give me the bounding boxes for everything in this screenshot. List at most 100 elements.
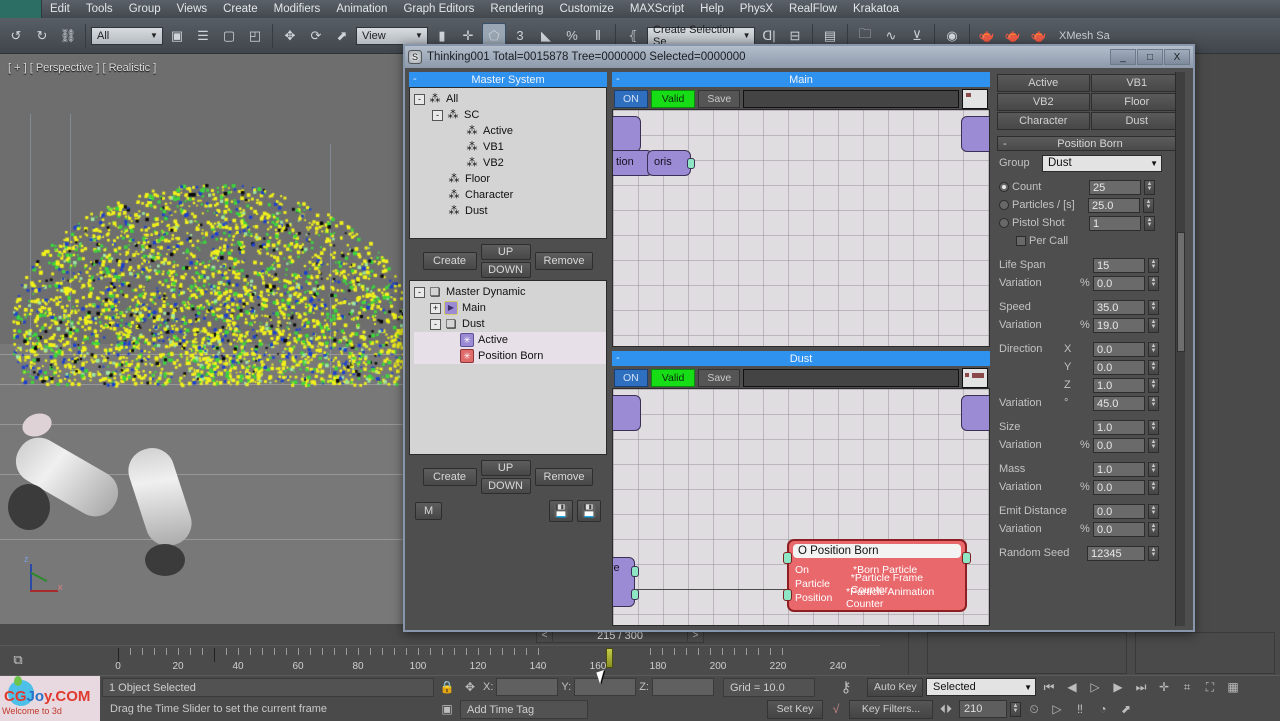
maximize-button[interactable]: □: [1137, 49, 1163, 65]
param-value[interactable]: 12345: [1087, 545, 1145, 561]
count-spinner[interactable]: ▲ ▼: [1144, 179, 1155, 195]
param-value[interactable]: 1.0: [1093, 461, 1145, 477]
dust-graph-canvas[interactable]: ve icle O Position Born: [612, 388, 990, 626]
menu-item-physx[interactable]: PhysX: [732, 0, 781, 18]
up-button[interactable]: UP: [480, 244, 531, 260]
main-graph-header[interactable]: - Main: [612, 72, 990, 87]
param-spinner[interactable]: ▲ ▼: [1148, 275, 1159, 291]
tree-item-character[interactable]: ⁂ Character: [414, 187, 606, 203]
main-name-field[interactable]: [743, 90, 959, 108]
z-coord-field[interactable]: [651, 678, 714, 696]
menu-item-rendering[interactable]: Rendering: [482, 0, 551, 18]
collapse-icon[interactable]: -: [413, 72, 417, 87]
menu-item-create[interactable]: Create: [215, 0, 266, 18]
scrollbar-thumb[interactable]: [1177, 232, 1185, 352]
key-mode-toggle-status-icon[interactable]: ⏴⏵: [936, 700, 956, 719]
create-button-dyn[interactable]: Create: [422, 468, 477, 486]
dust-navigator-thumbnail[interactable]: [962, 368, 988, 388]
menu-item-views[interactable]: Views: [169, 0, 215, 18]
param-spinner[interactable]: ▲ ▼: [1148, 395, 1159, 411]
group-button-floor[interactable]: Floor: [1090, 93, 1183, 111]
param-value[interactable]: 45.0: [1093, 395, 1145, 411]
collapse-icon-main[interactable]: -: [616, 72, 620, 87]
key-filters-icon[interactable]: √: [826, 700, 846, 719]
graph-node-offscreen-right-dust[interactable]: [961, 395, 989, 431]
auto-key-button[interactable]: Auto Key: [866, 677, 923, 697]
load-dynamicset-icon[interactable]: 💾: [577, 500, 601, 522]
down-button[interactable]: DOWN: [480, 262, 531, 278]
tree-item-active-dyn[interactable]: ✳ Active: [414, 332, 606, 348]
param-value[interactable]: 1.0: [1093, 419, 1145, 435]
select-object-icon[interactable]: ▣: [165, 23, 189, 49]
main-on-button[interactable]: ON: [614, 90, 648, 108]
key-mode-toggle-icon[interactable]: ⧉: [6, 650, 30, 670]
menu-item-customize[interactable]: Customize: [551, 0, 621, 18]
menu-item-realflow[interactable]: RealFlow: [781, 0, 845, 18]
window-crossing-icon[interactable]: ◰: [243, 23, 267, 49]
param-spinner[interactable]: ▲ ▼: [1148, 479, 1159, 495]
pistol-shot-value[interactable]: 1: [1089, 215, 1141, 231]
param-spinner[interactable]: ▲ ▼: [1148, 317, 1159, 333]
undo-icon[interactable]: ↺: [4, 23, 28, 49]
menu-item-maxscript[interactable]: MAXScript: [622, 0, 692, 18]
param-value[interactable]: 15: [1093, 257, 1145, 273]
param-spinner[interactable]: ▲ ▼: [1148, 437, 1159, 453]
macro-button[interactable]: M: [415, 502, 443, 520]
redo-icon[interactable]: ↻: [30, 23, 54, 49]
dust-graph-header[interactable]: - Dust: [612, 351, 990, 366]
particles-value[interactable]: 25.0: [1088, 197, 1140, 213]
node-port-title-out[interactable]: [962, 552, 971, 564]
node-port-title-in[interactable]: [783, 552, 792, 564]
remove-button[interactable]: Remove: [534, 252, 594, 270]
dust-on-button[interactable]: ON: [614, 369, 648, 387]
play-animation-icon[interactable]: ▷: [1085, 678, 1105, 697]
param-value[interactable]: 35.0: [1093, 299, 1145, 315]
zoom-extents-icon[interactable]: ⛶: [1200, 678, 1220, 697]
current-frame-spinner[interactable]: ▲ ▼: [1010, 701, 1021, 717]
param-spinner[interactable]: ▲ ▼: [1148, 257, 1159, 273]
tree-item-all[interactable]: - ⁂ All: [414, 91, 606, 107]
select-and-scale-icon[interactable]: ⬈: [330, 23, 354, 49]
param-spinner[interactable]: ▲ ▼: [1148, 377, 1159, 393]
particles-radio[interactable]: [999, 200, 1009, 210]
select-and-move-icon[interactable]: ✥: [278, 23, 302, 49]
expander-icon[interactable]: -: [430, 318, 441, 330]
count-value[interactable]: 25: [1089, 179, 1141, 195]
node-position-born[interactable]: O Position Born On *Born Particle Partic…: [783, 539, 971, 612]
param-value[interactable]: 0.0: [1093, 479, 1145, 495]
thinking-particle-dialog[interactable]: S Thinking001 Total=0015878 Tree=0000000…: [403, 44, 1195, 632]
group-button-dust[interactable]: Dust: [1090, 112, 1183, 130]
tree-item-dust-dyn[interactable]: - ❏ Dust: [414, 316, 606, 332]
master-dynamic-tree[interactable]: - ❏ Master Dynamic + ▶ Main - ❏ Dust ✳ A…: [409, 280, 607, 455]
pistol-shot-spinner[interactable]: ▲ ▼: [1144, 215, 1155, 231]
tree-item-vb2[interactable]: ⁂ VB2: [414, 155, 606, 171]
node-output-port[interactable]: [687, 158, 695, 169]
current-frame-field[interactable]: 210: [959, 700, 1007, 718]
tree-item-floor[interactable]: ⁂ Floor: [414, 171, 606, 187]
graph-node-oris[interactable]: oris: [647, 150, 695, 176]
param-spinner[interactable]: ▲ ▼: [1148, 419, 1159, 435]
zoom-region-icon[interactable]: ⌗: [1177, 678, 1197, 697]
viewport-label[interactable]: [ + ] [ Perspective ] [ Realistic ]: [8, 62, 156, 74]
key-icon[interactable]: ⚷: [836, 678, 856, 697]
main-save-button[interactable]: Save: [698, 90, 741, 108]
lock-selection-icon[interactable]: 🔒: [437, 678, 457, 697]
absolute-relative-toggle-icon[interactable]: ✥: [460, 678, 480, 697]
perspective-viewport[interactable]: [ + ] [ Perspective ] [ Realistic ] z x: [0, 54, 404, 624]
menu-item-modifiers[interactable]: Modifiers: [266, 0, 329, 18]
selection-filter-combo[interactable]: All ▼: [91, 26, 163, 45]
dialog-title-bar[interactable]: S Thinking001 Total=0015878 Tree=0000000…: [405, 46, 1193, 68]
tree-item-sc[interactable]: - ⁂ SC: [414, 107, 606, 123]
go-to-end-icon[interactable]: ⏭: [1131, 678, 1151, 697]
parameters-scrollbar[interactable]: [1175, 72, 1185, 626]
menu-item-help[interactable]: Help: [692, 0, 732, 18]
param-value[interactable]: 0.0: [1093, 521, 1145, 537]
expander-icon[interactable]: -: [414, 93, 425, 105]
tree-item-main[interactable]: + ▶ Main: [414, 300, 606, 316]
param-value[interactable]: 19.0: [1093, 317, 1145, 333]
time-slider-thumb[interactable]: [606, 648, 613, 668]
group-button-active[interactable]: Active: [997, 74, 1090, 92]
per-call-checkbox[interactable]: [1016, 236, 1026, 246]
time-slider-track[interactable]: ⧉ 0 20 40 60 80 100 120 140 160 180 200 …: [0, 645, 880, 675]
select-link-icon[interactable]: ⛓: [56, 23, 80, 49]
